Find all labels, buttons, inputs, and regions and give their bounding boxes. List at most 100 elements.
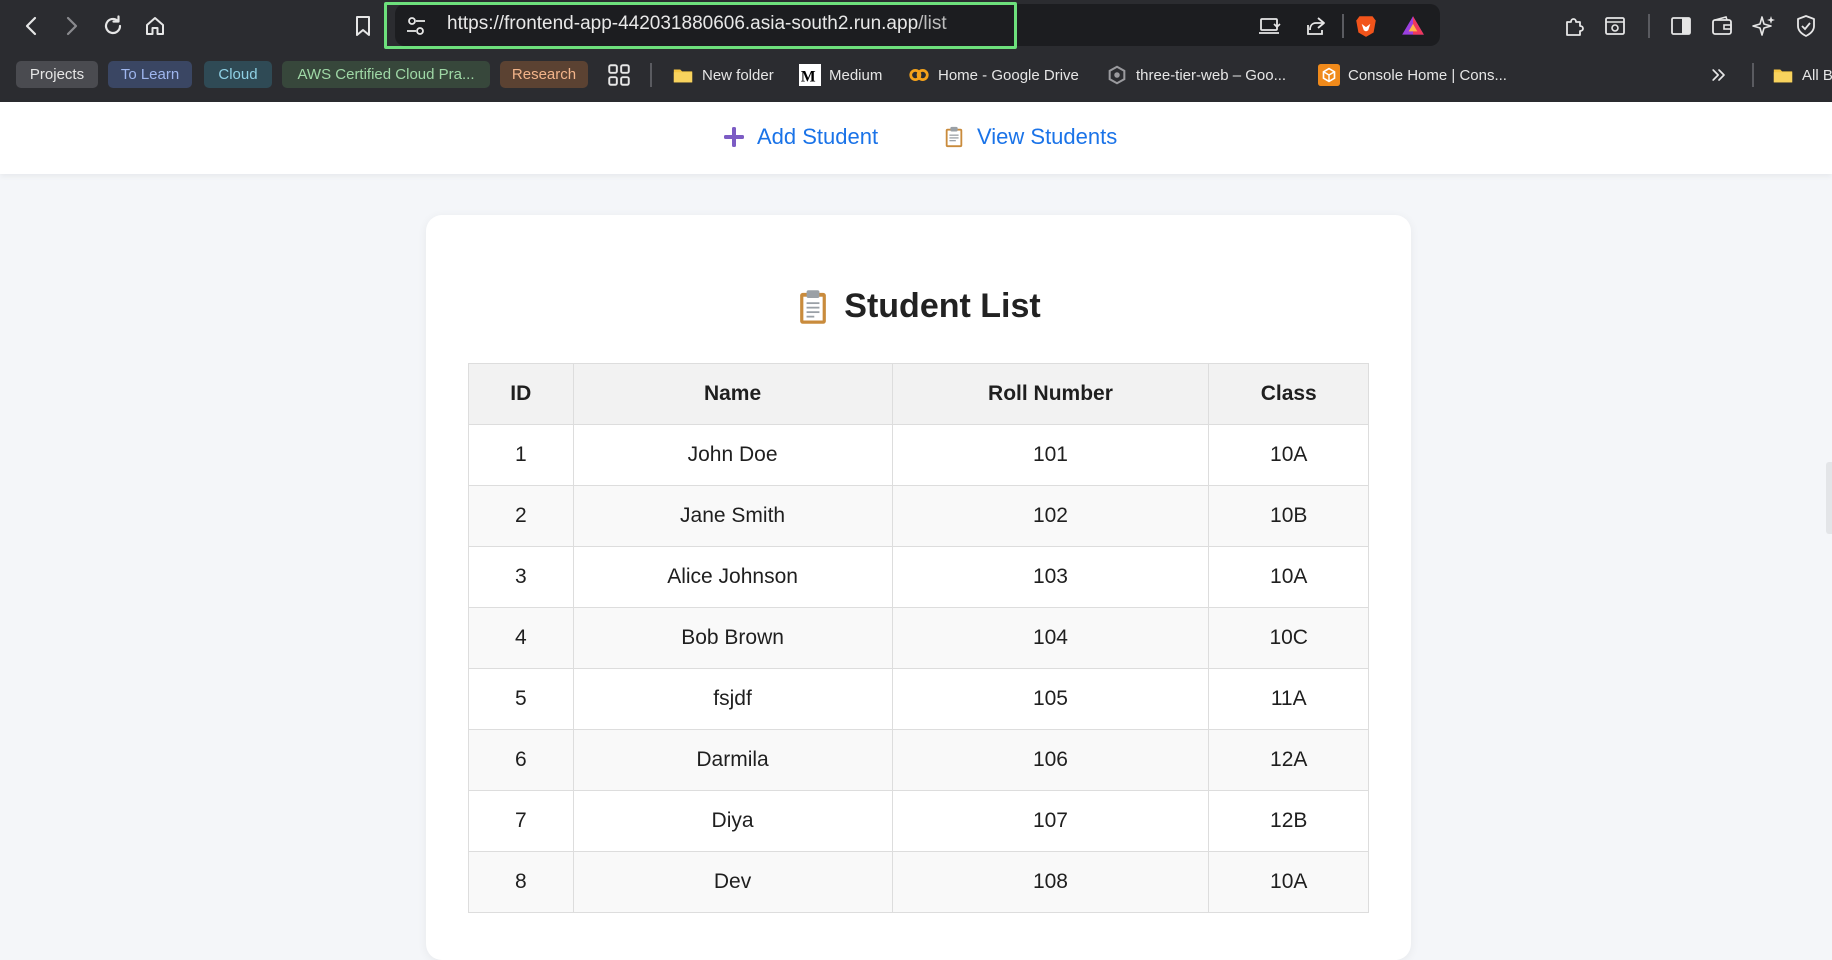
cell-name: Alice Johnson [572,546,893,608]
column-header-roll-number: Roll Number [891,363,1210,425]
apps-grid-button[interactable] [606,62,632,88]
folder-icon [672,64,694,86]
cell-id: 2 [468,485,574,547]
cell-id: 5 [468,668,574,730]
bookmarks-bar: Projects To Learn Cloud AWS Certified Cl… [0,58,1832,90]
toolbar-divider [1342,14,1344,38]
cell-class: 10A [1208,424,1369,486]
share-icon [1307,17,1325,35]
cell-class: 10C [1208,607,1369,669]
table-row: 1 John Doe 101 10A [468,424,1369,486]
wallet-button[interactable] [1708,12,1736,40]
folder-icon [1772,64,1794,86]
cell-roll-number: 101 [891,424,1210,486]
leo-ai-button[interactable] [1750,12,1778,40]
view-students-label: View Students [977,124,1118,149]
column-header-id: ID [468,363,574,425]
students-table: ID Name Roll Number Class 1 John Doe 101… [468,363,1369,913]
cell-name: Darmila [572,729,893,791]
bookmark-medium[interactable]: M Medium [799,62,882,88]
cell-roll-number: 102 [891,485,1210,547]
view-students-link[interactable]: View Students [941,124,1117,150]
puzzle-icon [1566,18,1584,36]
reader-icon [1605,17,1625,35]
cell-id: 7 [468,790,574,852]
forward-button[interactable] [55,10,87,42]
cell-id: 1 [468,424,574,486]
sparkle-icon [1752,16,1775,36]
add-student-link[interactable]: Add Student [721,124,878,150]
table-row: 2 Jane Smith 102 10B [468,485,1369,547]
cell-id: 3 [468,546,574,608]
bookmark-label: Home - Google Drive [938,66,1079,84]
reload-icon [104,15,122,35]
bookmarks-divider [1752,63,1754,87]
home-button[interactable] [139,10,171,42]
table-row: 7 Diya 107 12B [468,790,1369,852]
scrollbar-handle[interactable] [1826,462,1832,534]
bookmark-google-drive[interactable]: Home - Google Drive [908,62,1079,88]
back-button[interactable] [16,10,48,42]
drive-icon [908,64,930,86]
cell-id: 6 [468,729,574,791]
extensions-button[interactable] [1560,12,1588,40]
tab-group-projects[interactable]: Projects [16,61,98,88]
table-row: 6 Darmila 106 12A [468,729,1369,791]
bookmark-label: three-tier-web – Goo... [1136,66,1287,84]
cell-name: fsjdf [572,668,893,730]
gcp-icon [1106,64,1128,86]
bookmark-label: Console Home | Cons... [1348,66,1507,84]
vpn-button[interactable] [1792,12,1820,40]
cell-name: Diya [572,790,893,852]
table-header-row: ID Name Roll Number Class [468,363,1369,425]
cell-id: 8 [468,851,574,913]
double-chevron-right-icon [1712,69,1725,81]
cell-name: Bob Brown [572,607,893,669]
tab-group-cloud[interactable]: Cloud [204,61,272,88]
install-app-button[interactable] [1256,12,1284,40]
tab-group-aws-certified[interactable]: AWS Certified Cloud Pra... [282,61,490,88]
bookmark-aws-console[interactable]: Console Home | Cons... [1318,62,1507,88]
cell-roll-number: 106 [891,729,1210,791]
sidebar-button[interactable] [1667,12,1695,40]
sidebar-icon [1671,17,1691,35]
install-icon [1259,18,1281,34]
bookmark-three-tier-web[interactable]: three-tier-web – Goo... [1106,62,1286,88]
column-header-name: Name [572,363,893,425]
shield-check-icon [1797,15,1815,37]
tab-group-research[interactable]: Research [500,61,588,88]
table-row: 8 Dev 108 10A [468,851,1369,913]
bookmark-icon [356,16,370,36]
cell-class: 12A [1208,729,1369,791]
bookmark-label: All B [1802,66,1832,84]
column-header-class: Class [1208,363,1369,425]
home-icon [146,17,164,35]
cell-name: Jane Smith [572,485,893,547]
cell-name: Dev [572,851,893,913]
page-title-text: Student List [844,287,1041,325]
bookmark-page-button[interactable] [347,10,379,42]
bookmark-label: Medium [829,66,883,84]
rewards-triangle-icon [1402,16,1424,35]
app-navbar: Add Student View Students [0,102,1832,174]
back-icon [25,16,37,36]
student-list-card: Student List ID Name Roll Number Class 1… [426,215,1411,960]
cell-class: 10A [1208,546,1369,608]
more-bookmarks-button[interactable] [1709,62,1729,88]
plus-icon [721,124,747,150]
bookmark-all-bookmarks[interactable]: All B [1772,62,1832,88]
browser-toolbar: https://frontend-app-442031880606.asia-s… [0,0,1832,52]
reading-mode-button[interactable] [1601,12,1629,40]
reload-button[interactable] [97,10,129,42]
brave-rewards-button[interactable] [1399,12,1427,40]
share-button[interactable] [1302,12,1330,40]
cell-class: 12B [1208,790,1369,852]
tab-group-to-learn[interactable]: To Learn [108,61,192,88]
add-student-label: Add Student [757,124,879,149]
bookmark-new-folder[interactable]: New folder [672,62,774,88]
brave-shields-button[interactable] [1352,12,1380,40]
cell-roll-number: 108 [891,851,1210,913]
cell-roll-number: 104 [891,607,1210,669]
aws-icon [1318,64,1340,86]
table-row: 4 Bob Brown 104 10C [468,607,1369,669]
